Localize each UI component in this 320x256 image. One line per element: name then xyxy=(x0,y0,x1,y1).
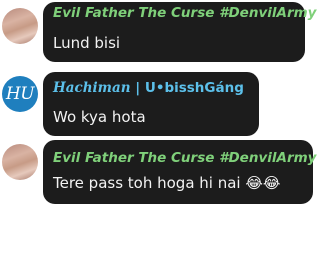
sender-name-part: U•bisshGáng xyxy=(144,80,244,96)
chat-message[interactable]: HU Hachiman | U•bisshGáng Wo kya hota xyxy=(0,68,320,138)
sender-avatar[interactable] xyxy=(2,8,38,44)
sender-name[interactable]: Evil Father The Curse #DenvilArmy xyxy=(53,5,316,21)
sender-avatar[interactable]: HU xyxy=(2,76,38,112)
message-bubble[interactable]: Evil Father The Curse #DenvilArmy Tere p… xyxy=(43,140,316,204)
message-text: Tere pass toh hoga hi nai 😂😂 xyxy=(53,174,281,192)
message-bubble[interactable]: Hachiman | U•bisshGáng Wo kya hota xyxy=(43,72,259,136)
message-text: Lund bisi xyxy=(53,34,121,52)
chat-message[interactable]: Evil Father The Curse #DenvilArmy Lund b… xyxy=(0,0,320,66)
sender-name-separator: | xyxy=(130,80,145,96)
sender-name[interactable]: Hachiman | U•bisshGáng xyxy=(53,80,244,96)
message-bubble[interactable]: Evil Father The Curse #DenvilArmy Lund b… xyxy=(43,2,316,62)
sender-name-part: Hachiman xyxy=(53,80,131,96)
sender-avatar[interactable] xyxy=(2,144,38,180)
message-text: Wo kya hota xyxy=(53,108,146,126)
chat-message[interactable]: Evil Father The Curse #DenvilArmy Tere p… xyxy=(0,140,320,210)
sender-name[interactable]: Evil Father The Curse #DenvilArmy xyxy=(53,150,316,166)
avatar-initials: HU xyxy=(5,84,35,104)
